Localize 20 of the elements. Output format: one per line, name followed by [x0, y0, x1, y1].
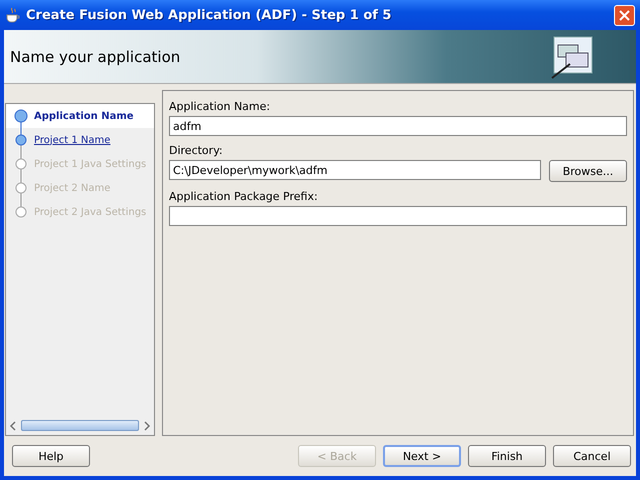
dialog-button[interactable]: Finish [468, 445, 546, 467]
header-title: Name your application [10, 48, 180, 66]
text-field[interactable] [169, 206, 627, 226]
text-field[interactable]: C:\JDeveloper\mywork\adfm [169, 160, 541, 180]
coffee-cup-icon [5, 7, 21, 23]
field-label: Application Name: [169, 100, 272, 113]
dialog-button[interactable]: Help [12, 445, 90, 467]
close-button[interactable] [614, 4, 635, 26]
step-item[interactable]: Application Name [6, 104, 154, 128]
close-icon [619, 10, 630, 20]
dialog-button[interactable]: Next > [383, 445, 461, 467]
window-title: Create Fusion Web Application (ADF) - Step 1 of 5 [26, 8, 392, 22]
windows-icon [550, 34, 594, 78]
scrollbar-thumb[interactable] [21, 420, 139, 431]
text-field[interactable]: adfm [169, 116, 627, 136]
browse-button[interactable]: Browse... [549, 160, 627, 182]
field-label: Directory: [169, 144, 224, 157]
step-item[interactable]: Project 1 Name [6, 128, 154, 152]
dialog-button[interactable]: Cancel [553, 445, 631, 467]
field-label: Application Package Prefix: [169, 190, 319, 203]
